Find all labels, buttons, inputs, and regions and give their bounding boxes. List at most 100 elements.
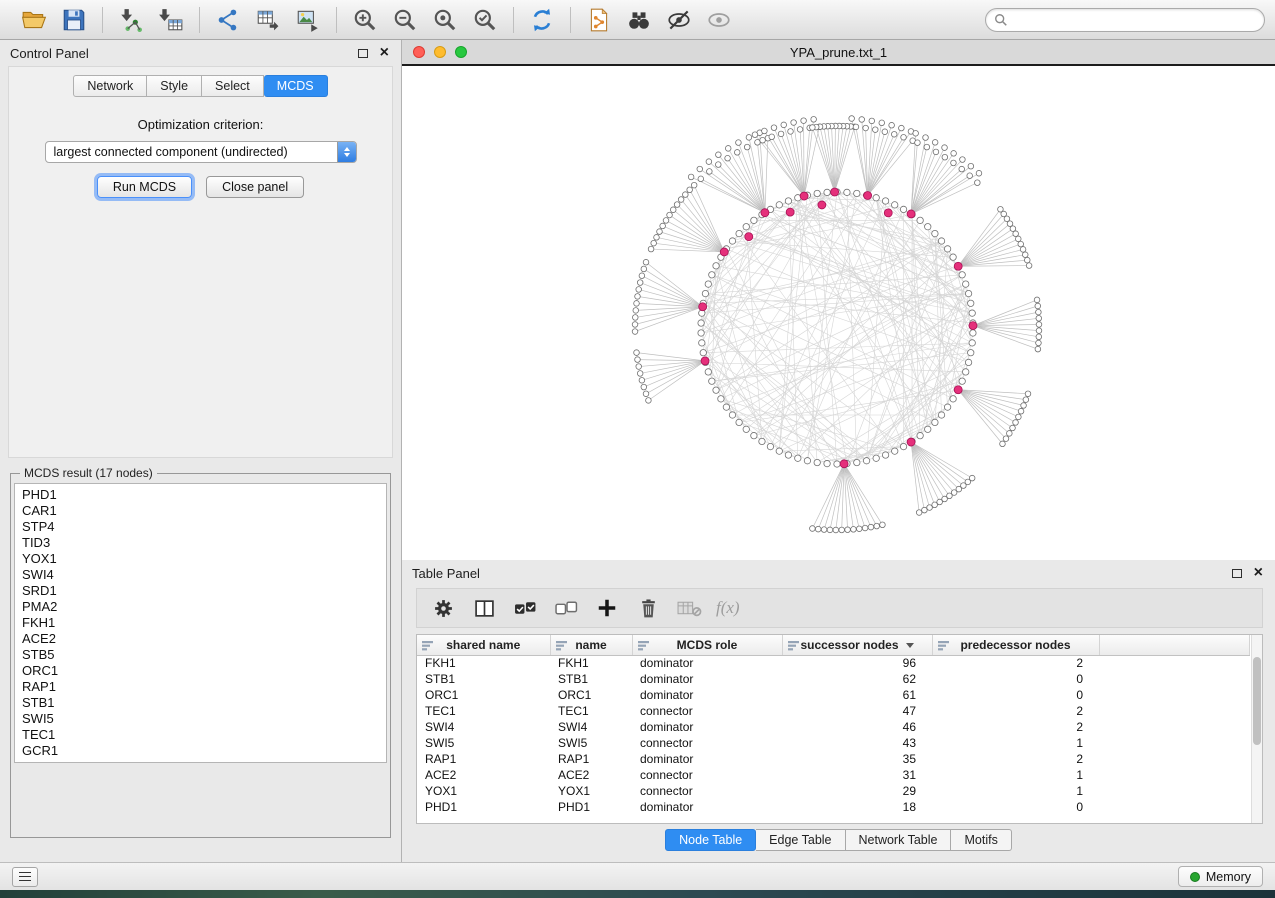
- mcds-result-item[interactable]: TID3: [22, 535, 379, 551]
- import-table-button[interactable]: [153, 4, 189, 36]
- column-header-predecessor-nodes[interactable]: predecessor nodes: [932, 635, 1099, 655]
- mcds-result-item[interactable]: SWI4: [22, 567, 379, 583]
- close-panel-icon[interactable]: ×: [1254, 565, 1263, 581]
- table-row[interactable]: STB1STB1dominator620: [417, 671, 1250, 687]
- mcds-result-item[interactable]: STB1: [22, 695, 379, 711]
- tab-node-table[interactable]: Node Table: [665, 829, 756, 851]
- zoom-selected-button[interactable]: [467, 4, 503, 36]
- mcds-result-item[interactable]: FKH1: [22, 615, 379, 631]
- delete-column-button[interactable]: [632, 593, 664, 623]
- column-header-shared-name[interactable]: shared name: [417, 635, 550, 655]
- optimization-criterion-select[interactable]: largest connected component (undirected): [45, 141, 357, 163]
- memory-status-icon: [1190, 872, 1200, 882]
- sort-icon[interactable]: [556, 640, 567, 654]
- cell-name: FKH1: [550, 655, 632, 671]
- scrollbar-thumb[interactable]: [1253, 657, 1261, 745]
- show-graphics-button[interactable]: [701, 4, 737, 36]
- open-file-button[interactable]: [16, 4, 52, 36]
- tab-mcds[interactable]: MCDS: [264, 75, 328, 97]
- tab-select[interactable]: Select: [202, 75, 264, 97]
- float-window-icon[interactable]: [358, 49, 368, 58]
- table-row[interactable]: SWI5SWI5connector431: [417, 735, 1250, 751]
- network-canvas[interactable]: [402, 64, 1275, 560]
- cell-successors: 62: [782, 671, 932, 687]
- sort-icon[interactable]: [938, 640, 949, 654]
- import-network-icon: [118, 7, 144, 33]
- network-titlebar[interactable]: YPA_prune.txt_1: [402, 40, 1275, 64]
- select-stepper-icon: [337, 142, 356, 162]
- cell-shared_name: TEC1: [417, 703, 550, 719]
- cell-shared_name: ACE2: [417, 767, 550, 783]
- maximize-window-icon[interactable]: [455, 46, 467, 58]
- hide-graphics-button[interactable]: [661, 4, 697, 36]
- add-column-button[interactable]: [591, 593, 623, 623]
- mcds-result-item[interactable]: ACE2: [22, 631, 379, 647]
- column-header-name[interactable]: name: [550, 635, 632, 655]
- close-window-icon[interactable]: [413, 46, 425, 58]
- mcds-result-item[interactable]: SWI5: [22, 711, 379, 727]
- table-scrollbar[interactable]: [1251, 635, 1262, 823]
- find-button[interactable]: [621, 4, 657, 36]
- mcds-result-item[interactable]: RAP1: [22, 679, 379, 695]
- column-header-successor-nodes[interactable]: successor nodes: [782, 635, 932, 655]
- mcds-result-item[interactable]: TEC1: [22, 727, 379, 743]
- table-row[interactable]: YOX1YOX1connector291: [417, 783, 1250, 799]
- export-network-button[interactable]: [210, 4, 246, 36]
- split-columns-button[interactable]: [468, 593, 500, 623]
- cell-role: dominator: [632, 751, 782, 767]
- tab-network-table[interactable]: Network Table: [846, 829, 952, 851]
- run-mcds-button[interactable]: Run MCDS: [97, 176, 192, 198]
- network-graph[interactable]: [402, 66, 1273, 560]
- refresh-button[interactable]: [524, 4, 560, 36]
- zoom-fit-button[interactable]: [427, 4, 463, 36]
- mcds-result-item[interactable]: PHD1: [22, 487, 379, 503]
- unselect-all-columns-button[interactable]: [550, 593, 582, 623]
- import-network-button[interactable]: [113, 4, 149, 36]
- cell-role: connector: [632, 703, 782, 719]
- mcds-result-item[interactable]: YOX1: [22, 551, 379, 567]
- tab-style[interactable]: Style: [147, 75, 202, 97]
- close-panel-button[interactable]: Close panel: [206, 176, 304, 198]
- share-document-button[interactable]: [581, 4, 617, 36]
- close-panel-icon[interactable]: ×: [380, 45, 389, 61]
- export-image-button[interactable]: [290, 4, 326, 36]
- float-window-icon[interactable]: [1232, 569, 1242, 578]
- table-settings-button[interactable]: [427, 593, 459, 623]
- mcds-result-item[interactable]: STB5: [22, 647, 379, 663]
- mcds-result-item[interactable]: GCR1: [22, 743, 379, 759]
- table-row[interactable]: RAP1RAP1dominator352: [417, 751, 1250, 767]
- chevron-down-icon: [906, 643, 914, 648]
- mcds-result-item[interactable]: PMA2: [22, 599, 379, 615]
- cell-filler: [1099, 719, 1250, 735]
- mcds-result-item[interactable]: STP4: [22, 519, 379, 535]
- search-input[interactable]: [1013, 13, 1256, 27]
- export-table-button[interactable]: [250, 4, 286, 36]
- column-header-mcds-role[interactable]: MCDS role: [632, 635, 782, 655]
- select-all-columns-button[interactable]: [509, 593, 541, 623]
- search-box[interactable]: [985, 8, 1265, 32]
- table-row[interactable]: PHD1PHD1dominator180: [417, 799, 1250, 815]
- table-row[interactable]: ORC1ORC1dominator610: [417, 687, 1250, 703]
- mcds-result-item[interactable]: ORC1: [22, 663, 379, 679]
- mcds-result-item[interactable]: SRD1: [22, 583, 379, 599]
- table-row[interactable]: FKH1FKH1dominator962: [417, 655, 1250, 671]
- tab-motifs[interactable]: Motifs: [951, 829, 1011, 851]
- tab-network[interactable]: Network: [73, 75, 147, 97]
- sort-icon[interactable]: [422, 640, 433, 654]
- control-panel-title: Control Panel: [10, 46, 89, 61]
- memory-button[interactable]: Memory: [1178, 866, 1263, 887]
- cell-filler: [1099, 799, 1250, 815]
- minimize-window-icon[interactable]: [434, 46, 446, 58]
- table-row[interactable]: TEC1TEC1connector472: [417, 703, 1250, 719]
- tab-edge-table[interactable]: Edge Table: [756, 829, 845, 851]
- sort-icon[interactable]: [788, 640, 799, 654]
- mcds-result-list[interactable]: PHD1CAR1STP4TID3YOX1SWI4SRD1PMA2FKH1ACE2…: [14, 483, 387, 763]
- sort-icon[interactable]: [638, 640, 649, 654]
- table-row[interactable]: ACE2ACE2connector311: [417, 767, 1250, 783]
- table-row[interactable]: SWI4SWI4dominator462: [417, 719, 1250, 735]
- zoom-in-button[interactable]: [347, 4, 383, 36]
- status-menu-button[interactable]: [12, 867, 38, 887]
- save-session-button[interactable]: [56, 4, 92, 36]
- mcds-result-item[interactable]: CAR1: [22, 503, 379, 519]
- zoom-out-button[interactable]: [387, 4, 423, 36]
